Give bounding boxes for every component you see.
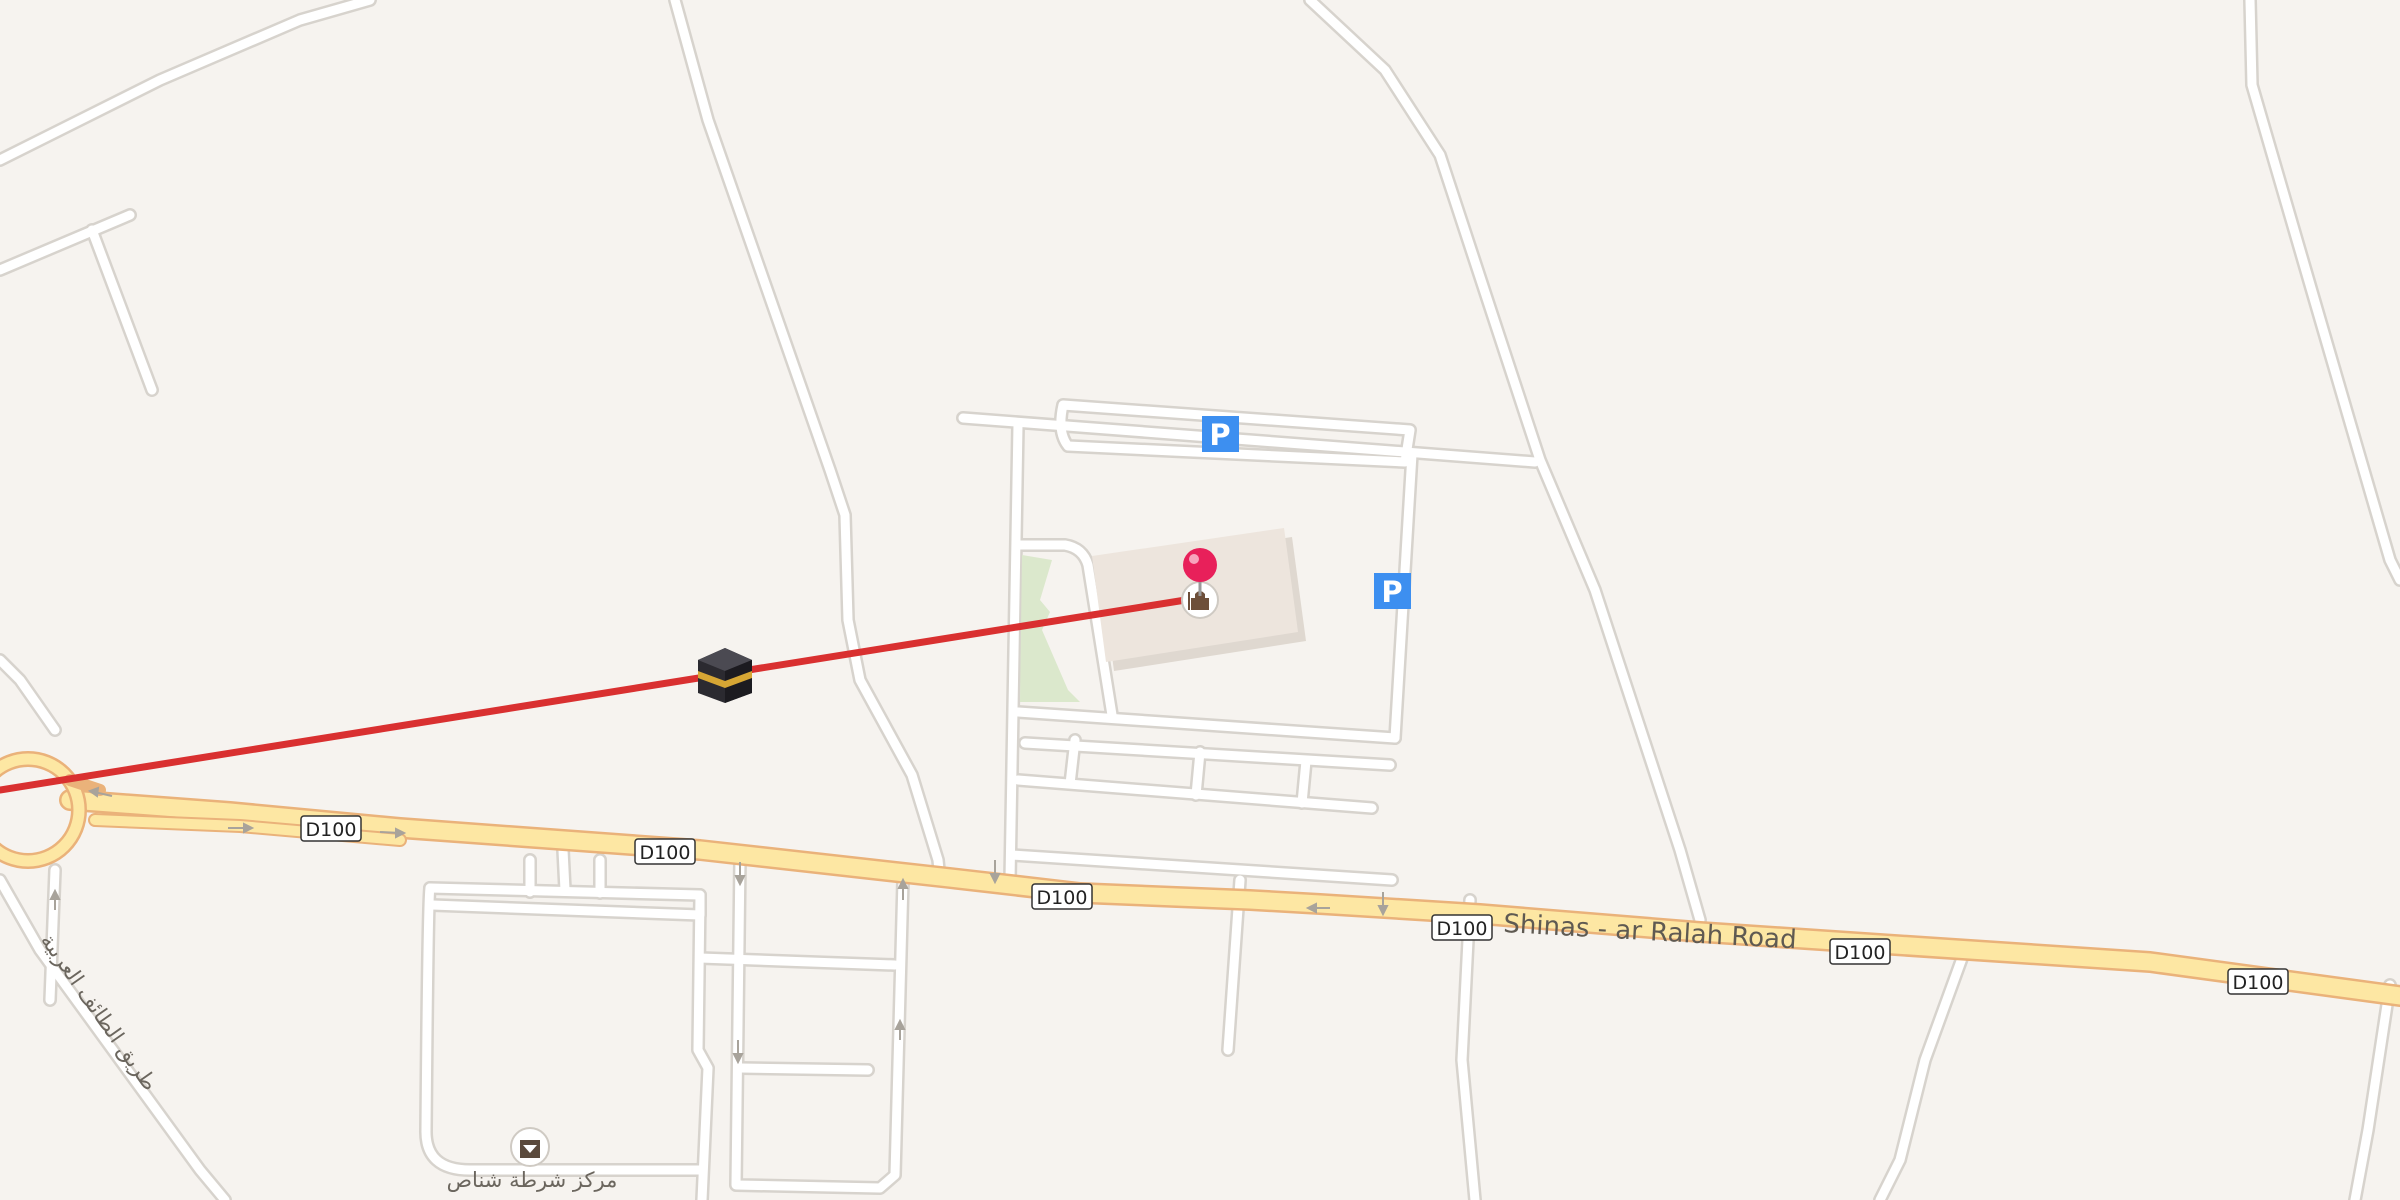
highway-shield: D100	[1829, 938, 1891, 965]
svg-text:D100: D100	[306, 819, 357, 841]
parking-label: P	[1209, 418, 1230, 452]
svg-text:D100: D100	[1037, 887, 1088, 909]
highway-shield: D100	[634, 838, 696, 865]
highway-shield: D100	[1431, 914, 1493, 941]
svg-text:D100: D100	[1437, 918, 1488, 940]
police-station-label: مركز شرطة شناص	[447, 1168, 618, 1192]
highway-shield: D100	[2227, 968, 2289, 995]
svg-text:D100: D100	[2233, 972, 2284, 994]
parking-icon[interactable]: P	[1202, 416, 1239, 452]
parking-label: P	[1381, 575, 1402, 609]
map-canvas[interactable]: P P مركز شرطة شناص Shinas - ar Ralah Roa…	[0, 0, 2400, 1200]
svg-text:D100: D100	[640, 842, 691, 864]
highway-shield: D100	[1031, 883, 1093, 910]
svg-text:D100: D100	[1835, 942, 1886, 964]
parking-icon[interactable]: P	[1374, 573, 1411, 609]
highway-shield: D100	[300, 815, 362, 842]
police-station-icon[interactable]	[510, 1127, 550, 1167]
